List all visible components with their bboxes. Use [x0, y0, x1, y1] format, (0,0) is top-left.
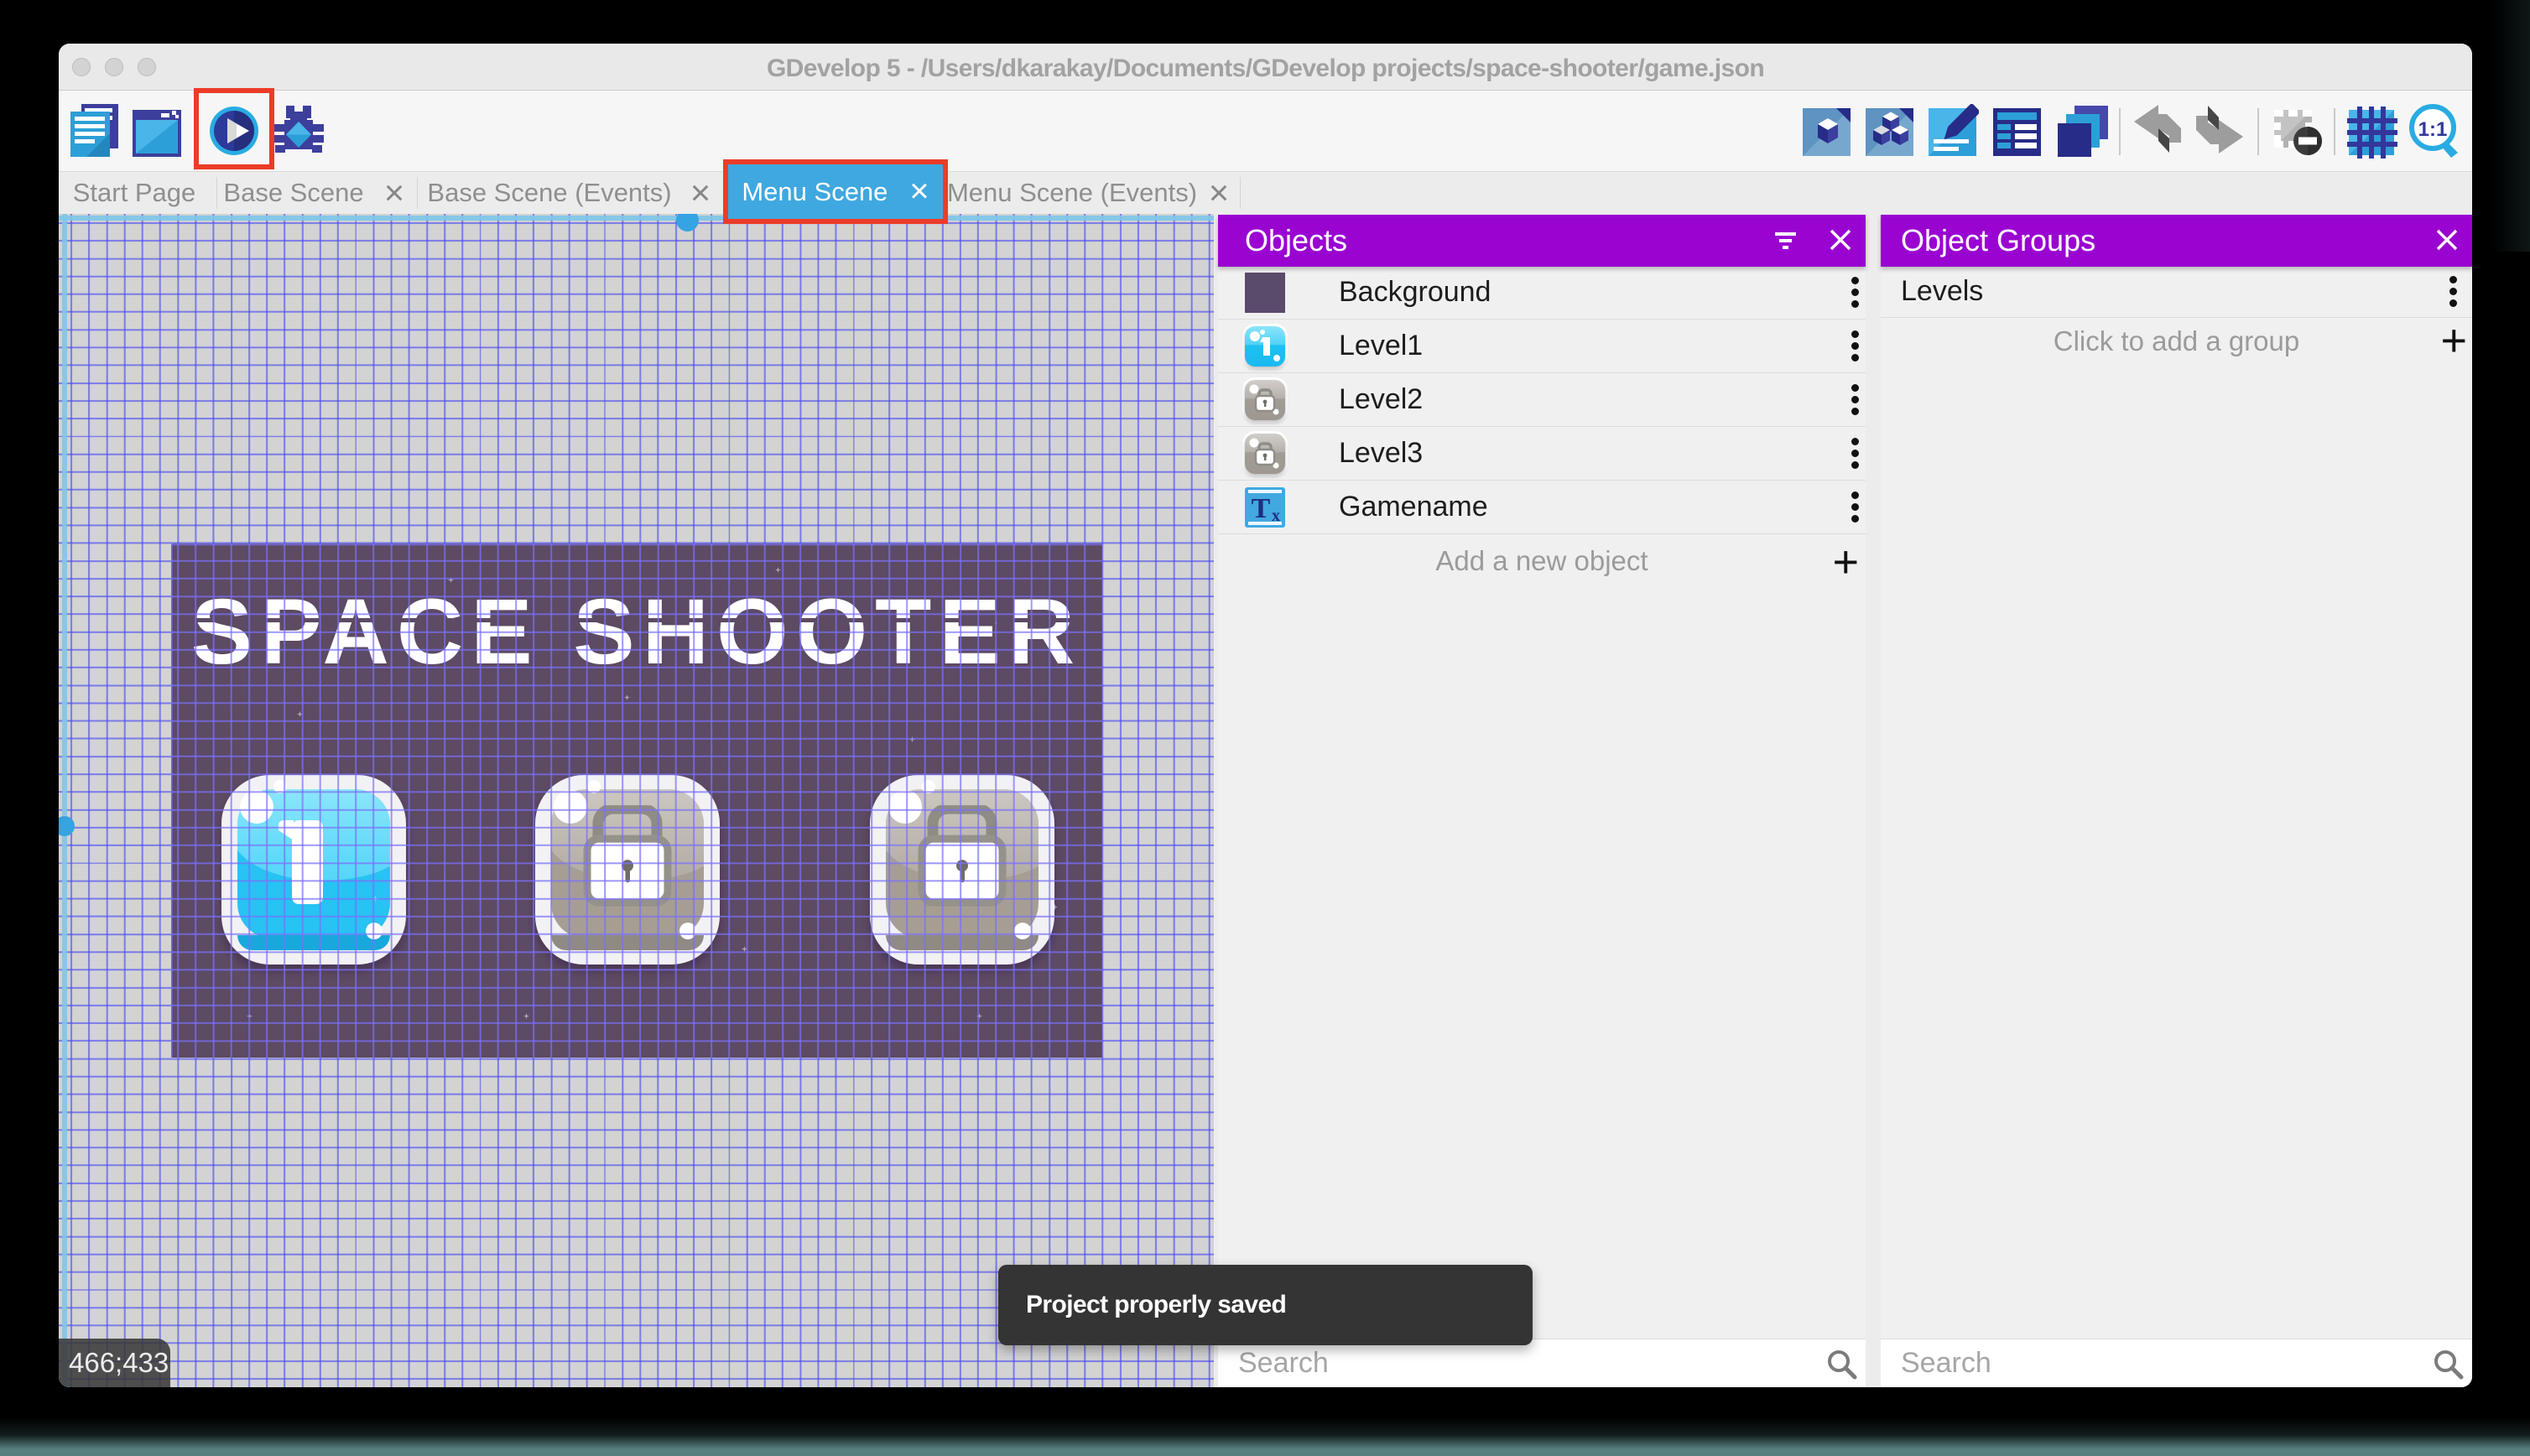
- svg-text:1:1: 1:1: [2418, 118, 2448, 141]
- svg-text:T: T: [1252, 493, 1271, 524]
- svg-text:x: x: [1272, 507, 1280, 525]
